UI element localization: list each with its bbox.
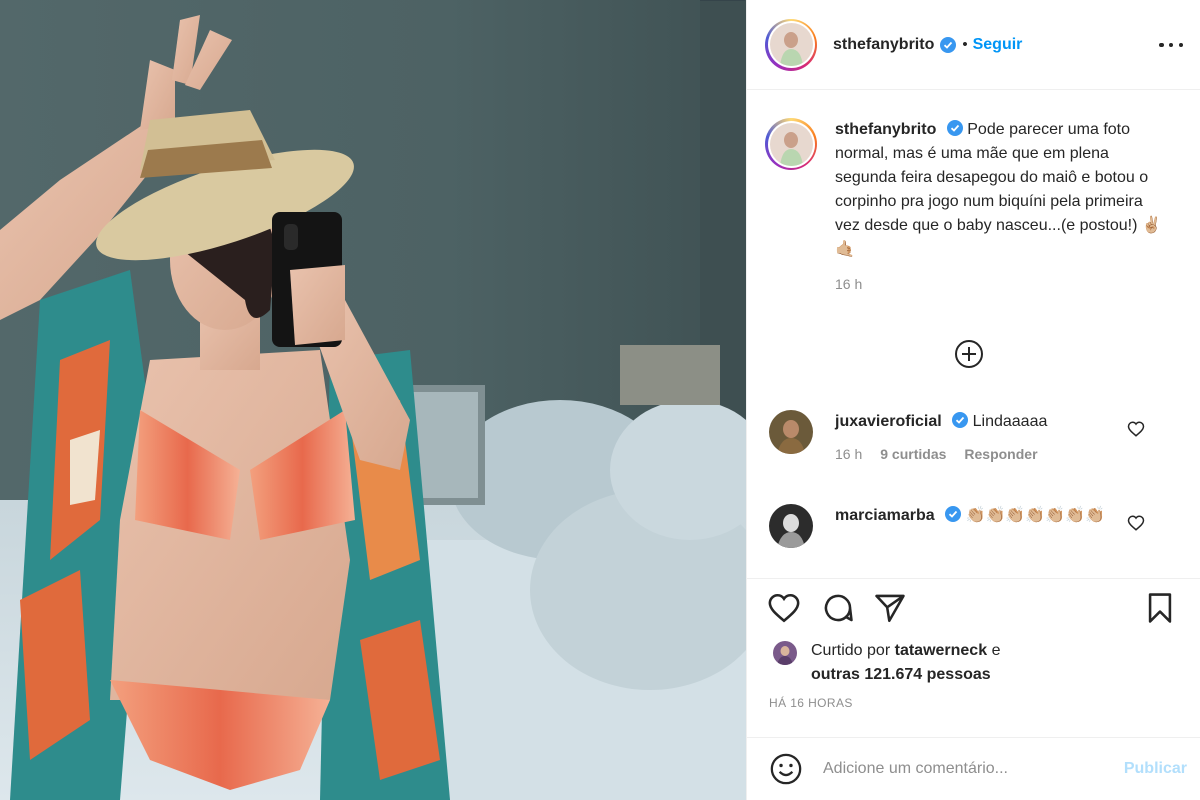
comment-avatar-photo xyxy=(769,504,813,548)
comment-text: Lindaaaaa xyxy=(972,413,1048,430)
header-separator: • xyxy=(962,36,968,53)
post-actions: Curtido por tatawerneck e outras 121.674… xyxy=(747,578,1200,800)
comment-likes[interactable]: 9 curtidas xyxy=(880,442,946,466)
comment-like-heart-icon[interactable] xyxy=(1127,514,1145,532)
comment-avatar[interactable] xyxy=(769,410,813,454)
load-more-comments-icon[interactable] xyxy=(953,338,985,370)
comment-reply-button[interactable]: Responder xyxy=(964,442,1037,466)
like-heart-icon[interactable] xyxy=(767,591,801,625)
caption-avatar-photo xyxy=(769,122,813,166)
liker-avatar[interactable] xyxy=(773,641,797,665)
post-caption: sthefanybrito Pode parecer uma foto norm… xyxy=(765,118,1185,296)
author-avatar-image xyxy=(769,23,813,66)
likes-connector: e xyxy=(991,642,1001,659)
verified-badge-icon xyxy=(940,36,957,53)
caption-username[interactable]: sthefanybrito xyxy=(835,121,936,138)
comment-input[interactable] xyxy=(823,752,1083,786)
save-bookmark-icon[interactable] xyxy=(1143,591,1177,625)
more-options-icon[interactable] xyxy=(1159,36,1183,54)
header-user-info: sthefanybrito • Seguir xyxy=(833,36,1022,54)
comment-body: marciamarba 👏🏼👏🏼👏🏼👏🏼👏🏼👏🏼👏🏼 xyxy=(835,504,1135,548)
comment-username[interactable]: juxavieroficial xyxy=(835,413,942,430)
comment-item: juxavieroficial Lindaaaaa 16 h 9 curtida… xyxy=(769,410,1189,466)
comment-username[interactable]: marciamarba xyxy=(835,507,935,524)
emoji-smiley-icon[interactable] xyxy=(769,752,803,786)
post-sidebar: sthefanybrito • Seguir sthefanybrito Pod… xyxy=(746,0,1200,800)
follow-button[interactable]: Seguir xyxy=(973,36,1023,54)
likes-prefix: Curtido por xyxy=(811,642,891,659)
caption-content: sthefanybrito Pode parecer uma foto norm… xyxy=(835,118,1165,296)
comment-text: 👏🏼👏🏼👏🏼👏🏼👏🏼👏🏼👏🏼 xyxy=(965,507,1105,524)
publish-button[interactable]: Publicar xyxy=(1124,760,1187,778)
author-username[interactable]: sthefanybrito xyxy=(833,36,934,54)
caption-timestamp[interactable]: 16 h xyxy=(835,272,1165,296)
likes-summary: Curtido por tatawerneck e outras 121.674… xyxy=(773,639,1000,687)
comment-time[interactable]: 16 h xyxy=(835,442,862,466)
share-direct-icon[interactable] xyxy=(873,591,907,625)
caption-avatar[interactable] xyxy=(765,118,817,170)
likes-text: Curtido por tatawerneck e outras 121.674… xyxy=(811,639,1000,687)
selfie-photo-image xyxy=(0,0,746,800)
comment-body: juxavieroficial Lindaaaaa 16 h 9 curtida… xyxy=(835,410,1047,466)
verified-badge-icon xyxy=(952,412,969,428)
author-avatar-photo xyxy=(769,23,813,66)
likes-others[interactable]: outras 121.674 pessoas xyxy=(811,666,991,683)
instagram-post: sthefanybrito • Seguir sthefanybrito Pod… xyxy=(0,0,1200,800)
verified-badge-icon xyxy=(946,120,963,136)
comment-bubble-icon[interactable] xyxy=(821,591,855,625)
caption-text: Pode parecer uma foto normal, mas é uma … xyxy=(835,121,1162,258)
post-header: sthefanybrito • Seguir xyxy=(747,0,1200,90)
author-avatar[interactable] xyxy=(765,18,817,71)
post-photo[interactable] xyxy=(0,0,746,800)
liker-username[interactable]: tatawerneck xyxy=(895,642,988,659)
post-timestamp[interactable]: HÁ 16 HORAS xyxy=(769,696,853,710)
comment-avatar[interactable] xyxy=(769,504,813,548)
comment-item: marciamarba 👏🏼👏🏼👏🏼👏🏼👏🏼👏🏼👏🏼 xyxy=(769,504,1189,548)
comment-avatar-photo xyxy=(769,410,813,454)
verified-badge-icon xyxy=(945,506,962,522)
comment-like-heart-icon[interactable] xyxy=(1127,420,1145,438)
liker-avatar-photo xyxy=(773,641,797,665)
comment-meta: 16 h 9 curtidas Responder xyxy=(835,442,1047,466)
add-comment-bar: Publicar xyxy=(747,737,1200,800)
